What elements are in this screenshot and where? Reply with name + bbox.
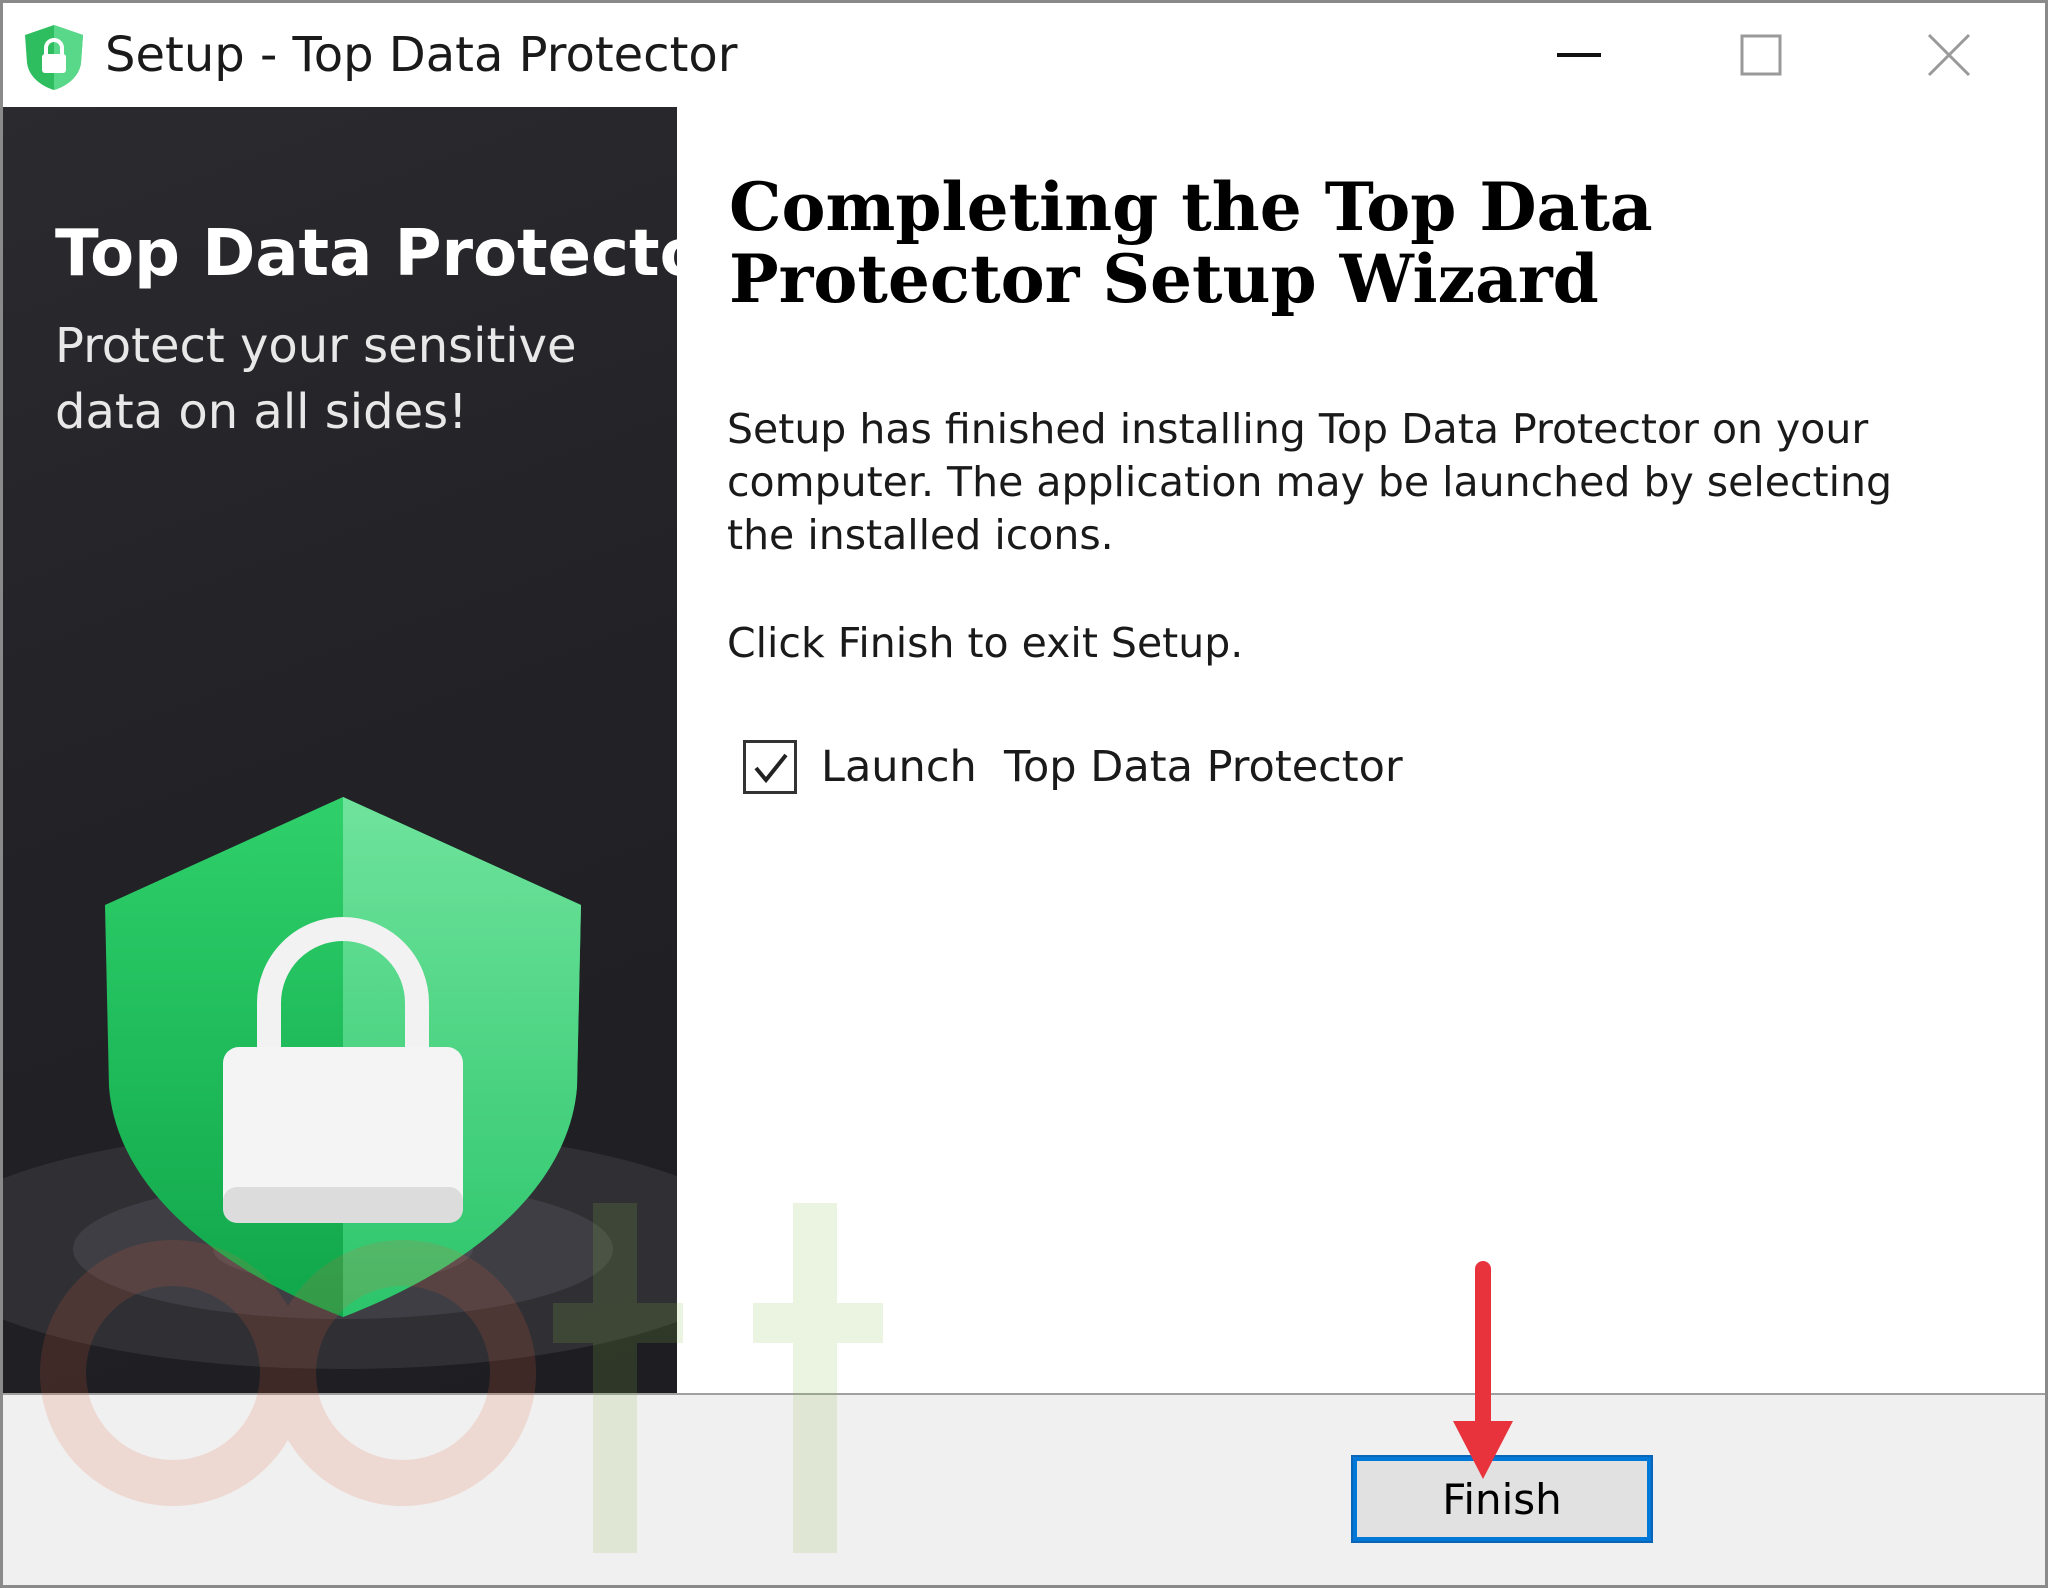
finish-description: Setup has finished installing Top Data P…	[727, 405, 1892, 559]
title-bar[interactable]: Setup - Top Data Protector	[3, 3, 2045, 107]
annotation-arrow	[1453, 1261, 1513, 1479]
finish-instruction: Click Finish to exit Setup.	[727, 619, 1244, 667]
minimize-icon	[1557, 53, 1601, 57]
close-icon	[1927, 33, 1971, 77]
side-panel-title: Top Data Protector	[55, 217, 677, 291]
maximize-icon	[1740, 34, 1782, 76]
wizard-footer: Finish	[3, 1393, 2045, 1585]
setup-window: Setup - Top Data Protector Top Data Prot…	[0, 0, 2048, 1588]
side-panel-subtitle: Protect your sensitive data on all sides…	[55, 318, 577, 440]
wizard-side-panel: Top Data Protector Protect your sensitiv…	[3, 107, 677, 1393]
launch-checkbox[interactable]	[743, 740, 797, 794]
shield-lock-icon	[21, 23, 87, 91]
window-title: Setup - Top Data Protector	[105, 27, 738, 83]
minimize-button[interactable]	[1489, 3, 1669, 107]
shield-lock-illustration	[3, 667, 677, 1393]
checkmark-icon	[754, 753, 788, 784]
maximize-button[interactable]	[1671, 3, 1851, 107]
close-button[interactable]	[1859, 3, 2039, 107]
launch-checkbox-label[interactable]: Launch Top Data Protector	[821, 742, 1403, 792]
wizard-heading: Completing the Top Data Protector Setup …	[729, 168, 1653, 318]
launch-app-option[interactable]: Launch Top Data Protector	[743, 739, 1403, 795]
